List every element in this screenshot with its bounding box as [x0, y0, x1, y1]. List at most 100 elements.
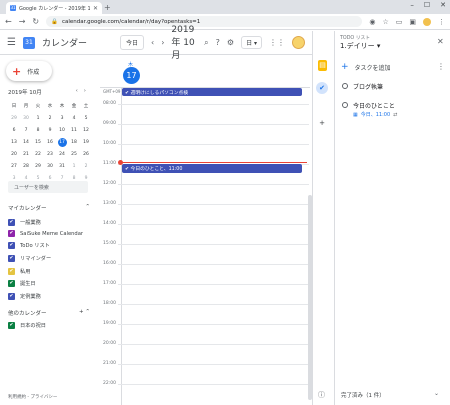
today-button[interactable]: 今日	[119, 35, 144, 50]
forward-icon[interactable]: →	[19, 17, 26, 26]
prev-icon[interactable]: ‹	[151, 38, 154, 47]
mini-day[interactable]: 27	[8, 160, 20, 172]
mini-day[interactable]: 11	[68, 124, 80, 136]
task-item[interactable]: 今日のひとこと	[342, 101, 395, 110]
mini-calendar-nav[interactable]: ‹›	[76, 88, 92, 96]
mini-day[interactable]: 20	[8, 148, 20, 160]
calendar-item[interactable]: ✔ 定例業務	[8, 293, 41, 300]
address-bar[interactable]: 🔒 calendar.google.com/calendar/r/day?ope…	[46, 16, 363, 27]
calendar-item[interactable]: ✔ リマインダー	[8, 255, 51, 262]
maximize-icon[interactable]: ☐	[424, 1, 430, 9]
checkbox-icon[interactable]: ✔	[8, 230, 15, 237]
timed-event[interactable]: ✔ 今日のひとこと、11:00	[122, 164, 302, 173]
mini-day[interactable]: 31	[56, 160, 68, 172]
cast-icon[interactable]: ▭	[396, 18, 403, 26]
mini-day[interactable]: 29	[8, 112, 20, 124]
mini-day[interactable]: 16	[44, 136, 56, 148]
footer-links[interactable]: 利用規約 - プライバシー	[8, 394, 57, 400]
mini-day[interactable]: 2	[80, 160, 92, 172]
eye-icon[interactable]: ◉	[369, 18, 375, 26]
minimize-icon[interactable]: –	[410, 1, 414, 9]
mini-day[interactable]: 24	[56, 148, 68, 160]
mini-day[interactable]: 1	[68, 160, 80, 172]
star-icon[interactable]: ☆	[382, 18, 388, 26]
mini-day[interactable]: 6	[8, 124, 20, 136]
help-icon[interactable]: ?	[216, 38, 220, 47]
keep-icon[interactable]: ▤	[318, 60, 327, 71]
mini-day[interactable]: 9	[44, 124, 56, 136]
apps-grid-icon[interactable]: ⋮⋮	[269, 38, 285, 47]
mini-day[interactable]: 13	[8, 136, 20, 148]
profile-avatar[interactable]	[423, 17, 431, 26]
mini-day[interactable]: 4	[68, 112, 80, 124]
checkbox-icon[interactable]: ✔	[8, 280, 15, 287]
mini-day[interactable]: 8	[32, 124, 44, 136]
day-number[interactable]: 17	[123, 67, 140, 84]
add-addon-icon[interactable]: +	[316, 117, 328, 129]
mini-day[interactable]: 18	[68, 136, 80, 148]
mini-day[interactable]: 30	[20, 112, 32, 124]
mini-day[interactable]: 28	[20, 160, 32, 172]
chevron-down-icon[interactable]: ⌄	[434, 390, 439, 397]
mini-day[interactable]: 22	[32, 148, 44, 160]
mini-day[interactable]: 21	[20, 148, 32, 160]
mini-day[interactable]: 5	[80, 112, 92, 124]
mini-day[interactable]: 15	[32, 136, 44, 148]
mini-day[interactable]: 30	[44, 160, 56, 172]
task-list-selector[interactable]: 1.デイリー ▾	[340, 41, 380, 51]
checkbox-icon[interactable]: ✔	[8, 322, 15, 329]
mini-day[interactable]: 1	[32, 112, 44, 124]
calendar-item[interactable]: ✔ ToDo リスト	[8, 242, 50, 249]
checkbox-icon[interactable]: ✔	[8, 293, 15, 300]
search-icon[interactable]: ⌕	[204, 38, 208, 48]
checkbox-icon[interactable]: ✔	[8, 219, 15, 226]
tasks-icon[interactable]: ✔	[316, 82, 328, 94]
checkbox-icon[interactable]: ✔	[8, 268, 15, 275]
mini-day[interactable]: 23	[44, 148, 56, 160]
mini-day-selected[interactable]: 17	[56, 136, 68, 148]
mini-day[interactable]: 3	[56, 112, 68, 124]
calendar-item[interactable]: ✔ SaiSuke Meme Calendar	[8, 230, 83, 237]
mini-day[interactable]: 14	[20, 136, 32, 148]
extension-icon[interactable]: ▣	[409, 18, 416, 26]
add-task-button[interactable]: + タスクを追加	[341, 62, 391, 72]
create-button[interactable]: + 作成	[6, 61, 52, 81]
mini-day[interactable]: 7	[20, 124, 32, 136]
mini-day[interactable]: 10	[56, 124, 68, 136]
calendar-item[interactable]: ✔ 誕生日	[8, 280, 36, 287]
mini-day[interactable]: 2	[44, 112, 56, 124]
mini-day[interactable]: 25	[68, 148, 80, 160]
close-icon[interactable]: ✕	[437, 37, 444, 46]
chevron-up-icon[interactable]: ⌃	[85, 204, 90, 212]
checkbox-icon[interactable]: ✔	[8, 242, 15, 249]
task-checkbox-icon[interactable]	[342, 83, 348, 89]
task-due-chip[interactable]: ▦ 今日、11:00 ⇄	[353, 111, 397, 119]
add-calendar-icon[interactable]: + ⌃	[79, 309, 90, 317]
user-search-input[interactable]: ユーザーを検索	[8, 181, 88, 193]
chrome-menu-icon[interactable]: ⋮	[438, 18, 445, 26]
completed-section[interactable]: 完了済み（1 件）	[341, 391, 385, 399]
task-item[interactable]: ブログ執筆	[342, 82, 383, 91]
mini-day[interactable]: 29	[32, 160, 44, 172]
mini-day[interactable]: 12	[80, 124, 92, 136]
gear-icon[interactable]: ⚙	[227, 38, 234, 47]
my-calendars-header[interactable]: マイカレンダー ⌃	[8, 204, 90, 212]
calendar-item[interactable]: ✔ 一般業務	[8, 219, 41, 226]
view-selector[interactable]: 日 ▾	[241, 36, 262, 49]
checkbox-icon[interactable]: ✔	[8, 255, 15, 262]
calendar-item[interactable]: ✔ 日本の祝日	[8, 322, 46, 329]
info-icon[interactable]: ⓘ	[318, 390, 325, 400]
browser-tab[interactable]: 31 Google カレンダー - 2019年 10月 ✕	[6, 2, 102, 14]
task-checkbox-icon[interactable]	[342, 102, 348, 108]
close-window-icon[interactable]: ✕	[440, 1, 446, 9]
avatar[interactable]	[292, 36, 305, 49]
close-tab-icon[interactable]: ✕	[93, 5, 98, 12]
new-tab-button[interactable]: +	[104, 3, 111, 12]
day-grid[interactable]: ✔ 週明けにしるパソコン点検 ✔ 今日のひとこと、11:00	[118, 88, 309, 405]
next-icon[interactable]: ›	[161, 38, 164, 47]
more-icon[interactable]: ⋮	[437, 62, 445, 71]
mini-day[interactable]: 19	[80, 136, 92, 148]
mini-day[interactable]: 26	[80, 148, 92, 160]
other-calendars-header[interactable]: 他のカレンダー + ⌃	[8, 309, 90, 317]
allday-event[interactable]: ✔ 週明けにしるパソコン点検	[122, 88, 302, 96]
